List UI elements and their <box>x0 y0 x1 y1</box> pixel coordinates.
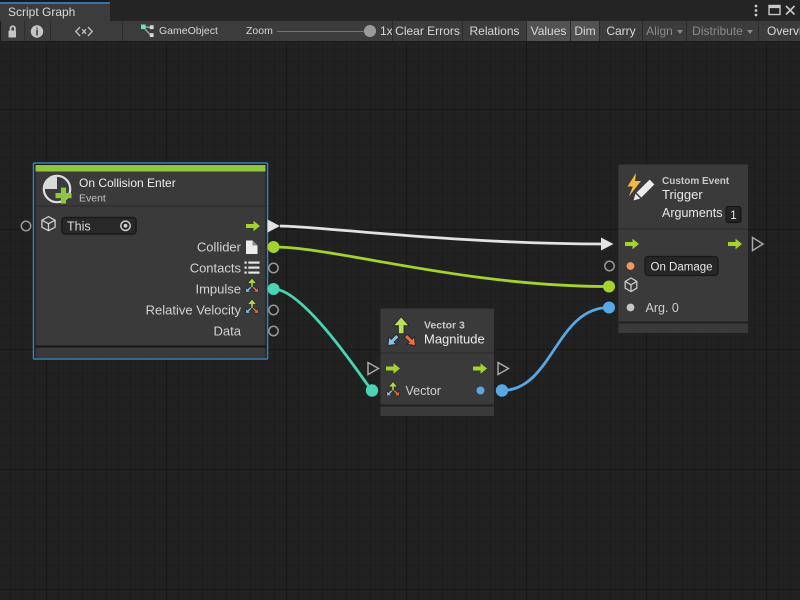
svg-text:Relative Velocity: Relative Velocity <box>146 303 242 318</box>
svg-text:This: This <box>67 219 91 233</box>
svg-text:Data: Data <box>214 324 242 339</box>
svg-text:i: i <box>35 26 38 38</box>
svg-text:Arguments: Arguments <box>662 206 722 220</box>
svg-text:Arg. 0: Arg. 0 <box>646 301 679 315</box>
svg-text:Event: Event <box>79 193 106 205</box>
svg-text:On Damage: On Damage <box>651 262 713 274</box>
svg-text:Trigger: Trigger <box>662 187 703 202</box>
svg-text:Custom Event: Custom Event <box>662 176 730 187</box>
svg-text:On Collision Enter: On Collision Enter <box>79 176 176 190</box>
svg-text:1: 1 <box>730 210 736 222</box>
svg-text:Contacts: Contacts <box>190 261 242 276</box>
svg-text:Vector 3: Vector 3 <box>424 320 465 332</box>
svg-text:Magnitude: Magnitude <box>424 332 485 347</box>
svg-text:Vector: Vector <box>406 384 441 398</box>
svg-text:Impulse: Impulse <box>195 282 241 297</box>
svg-text:Collider: Collider <box>197 240 242 255</box>
